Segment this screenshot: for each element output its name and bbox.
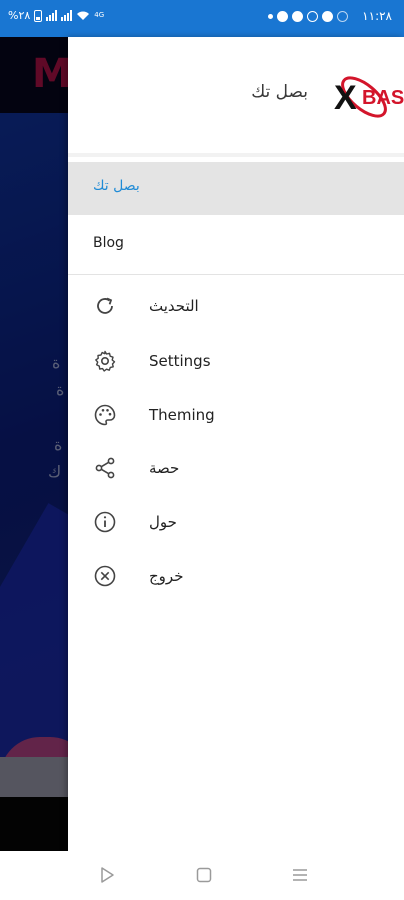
back-icon[interactable]	[97, 865, 117, 885]
menu-item-label: Blog	[93, 235, 124, 251]
menu-item-home[interactable]: بصل تك	[68, 162, 404, 215]
drawer-header: بصل تك X BAS	[68, 37, 404, 149]
menu-item-label: Settings	[149, 352, 211, 370]
battery-icon	[34, 9, 43, 22]
brand-title: بصل تك	[251, 82, 308, 102]
brand-logo: X BAS	[334, 65, 404, 129]
gear-icon	[95, 350, 116, 372]
menu-item-label: حول	[149, 513, 177, 531]
facebook-icon	[277, 10, 289, 22]
facebook-icon	[292, 10, 304, 22]
dot-icon	[268, 13, 274, 19]
status-right: ١١:٢٨	[268, 9, 392, 23]
menu-item-label: بصل تك	[93, 178, 140, 194]
info-icon	[94, 511, 116, 533]
menu-item-label: Theming	[149, 406, 215, 424]
status-left: %٢٨ 4G	[8, 9, 104, 22]
wifi-icon	[77, 11, 90, 20]
clock: ١١:٢٨	[362, 9, 392, 23]
signal-2-icon	[61, 10, 73, 21]
share-icon	[95, 457, 115, 479]
system-nav-bar	[0, 851, 404, 900]
logo-text: BAS	[362, 87, 404, 109]
menu-item-label: خروج	[149, 567, 184, 585]
menu-item-settings[interactable]: Settings	[68, 339, 404, 383]
menu-divider	[68, 274, 404, 275]
header-divider	[68, 153, 404, 157]
palette-icon	[94, 404, 116, 426]
wifi-alt-icon	[337, 10, 349, 22]
recents-icon[interactable]	[290, 865, 310, 885]
network-badge: 4G	[94, 11, 105, 19]
brand-logo-icon: X BAS	[334, 76, 404, 118]
signal-icon	[46, 10, 58, 21]
menu-item-label: التحديث	[149, 297, 199, 315]
menu-item-theming[interactable]: Theming	[68, 393, 404, 437]
menu-item-exit[interactable]: خروج	[68, 554, 404, 598]
home-icon[interactable]	[194, 865, 214, 885]
menu-item-label: حصة	[149, 459, 180, 477]
svg-text:X: X	[334, 79, 357, 117]
menu-item-share[interactable]: حصة	[68, 446, 404, 490]
status-bar: %٢٨ 4G ١١:٢٨	[0, 0, 404, 37]
messenger-icon	[322, 10, 334, 22]
close-circle-icon	[94, 565, 116, 587]
menu-item-blog[interactable]: Blog	[68, 217, 404, 271]
menu-item-about[interactable]: حول	[68, 500, 404, 544]
menu-item-refresh[interactable]: التحديث	[68, 284, 404, 328]
vpn-icon	[307, 10, 319, 22]
refresh-icon	[97, 297, 113, 314]
battery-percent: %٢٨	[8, 9, 31, 22]
navigation-drawer: بصل تك X BAS بصل تك Blog التحديث Setting…	[68, 37, 404, 851]
